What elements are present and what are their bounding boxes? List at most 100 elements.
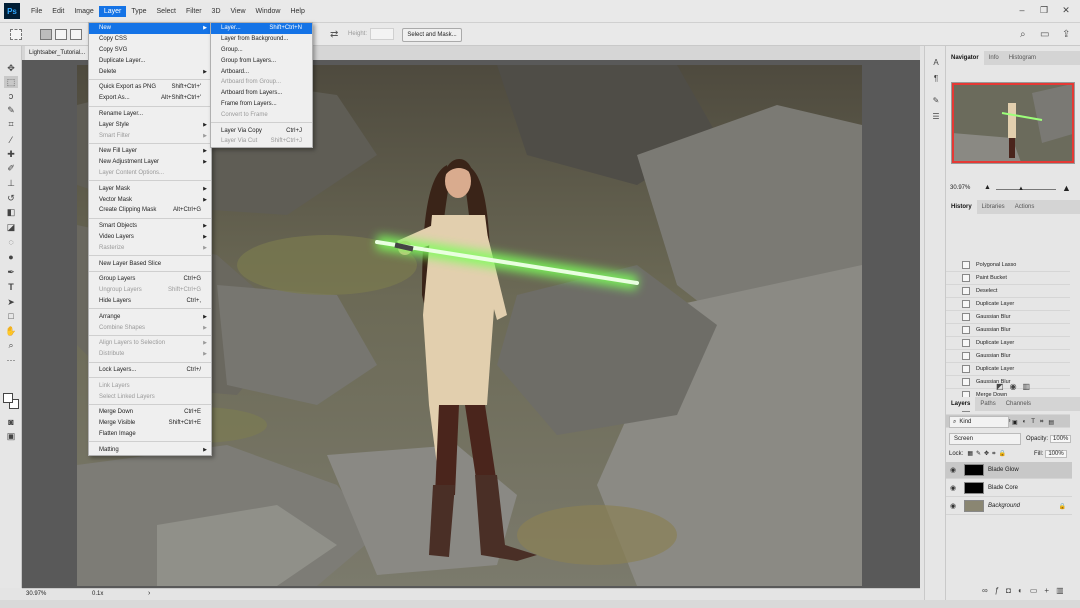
menu-select[interactable]: Select: [152, 6, 181, 17]
tab-navigator[interactable]: Navigator: [946, 51, 984, 65]
menu-item-quick-export-as-png[interactable]: Quick Export as PNG Shift+Ctrl+': [89, 82, 211, 93]
blur-tool-icon[interactable]: ◌: [4, 236, 18, 248]
rectangle-tool-icon[interactable]: □: [4, 310, 18, 322]
history-brush-source-icon[interactable]: [946, 273, 956, 284]
crop-tool-icon[interactable]: ⌗: [4, 118, 18, 130]
menu-view[interactable]: View: [226, 6, 251, 17]
history-brush-source-icon[interactable]: [946, 325, 956, 336]
history-brush-source-icon[interactable]: [946, 377, 956, 388]
adjustments-panel-icon[interactable]: ☰: [930, 112, 942, 124]
brush-tool-icon[interactable]: ✐: [4, 162, 18, 174]
fill-field[interactable]: 100%: [1045, 450, 1067, 458]
history-item[interactable]: Duplicate Layer: [946, 363, 1070, 376]
lasso-tool-icon[interactable]: ↄ: [4, 90, 18, 102]
tab-libraries[interactable]: Libraries: [977, 200, 1010, 214]
history-brush-source-icon[interactable]: [946, 364, 956, 375]
blend-mode-select[interactable]: Screen: [949, 433, 1021, 445]
new-snapshot-icon[interactable]: ◩: [996, 382, 1010, 391]
menu-item-copy-svg[interactable]: Copy SVG: [89, 45, 211, 56]
menu-item-layer-via-copy[interactable]: Layer Via Copy Ctrl+J: [211, 125, 312, 136]
smart-filter-icon[interactable]: ▤: [1048, 419, 1054, 426]
search-icon[interactable]: ⌕: [1020, 29, 1026, 40]
menu-item-layer[interactable]: Layer... Shift+Ctrl+N: [211, 23, 312, 34]
layer-kind-filter[interactable]: ⌕ Kind: [949, 416, 1009, 428]
menu-item-smart-objects[interactable]: Smart Objects ▶: [89, 221, 211, 232]
zoom-tool-icon[interactable]: ⌕: [4, 339, 18, 351]
history-brush-source-icon[interactable]: [946, 299, 956, 310]
document-tab[interactable]: Lightsaber_Tutorial...: [25, 46, 90, 60]
layer-row-background[interactable]: ◉ Background 🔒: [946, 498, 1072, 515]
history-item[interactable]: Deselect: [946, 285, 1070, 298]
eraser-tool-icon[interactable]: ◧: [4, 206, 18, 218]
eyedropper-tool-icon[interactable]: ⁄: [4, 134, 18, 146]
tab-histogram[interactable]: Histogram: [1004, 51, 1041, 65]
menu-item-lock-layers[interactable]: Lock Layers... Ctrl+/: [89, 365, 211, 376]
menu-item-delete[interactable]: Delete ▶: [89, 66, 211, 77]
tab-actions[interactable]: Actions: [1010, 200, 1040, 214]
link-icon[interactable]: ∞: [982, 586, 995, 595]
menu-window[interactable]: Window: [251, 6, 286, 17]
quick-select-tool-icon[interactable]: ✎: [4, 104, 18, 116]
menu-item-layer-mask[interactable]: Layer Mask ▶: [89, 183, 211, 194]
menu-item-matting[interactable]: Matting ▶: [89, 444, 211, 455]
select-and-mask-button[interactable]: Select and Mask...: [402, 28, 462, 42]
history-brush-source-icon[interactable]: [946, 338, 956, 349]
history-brush-tool-icon[interactable]: ↺: [4, 192, 18, 204]
menu-item-group[interactable]: Group...: [211, 45, 312, 56]
visibility-eye-icon[interactable]: ◉: [946, 466, 960, 474]
history-brush-source-icon[interactable]: [946, 260, 956, 271]
zoom-slider-thumb-icon[interactable]: ▲: [1018, 186, 1024, 192]
tab-channels[interactable]: Channels: [1001, 397, 1036, 411]
menu-item-video-layers[interactable]: Video Layers ▶: [89, 232, 211, 243]
history-item[interactable]: Gaussian Blur: [946, 350, 1070, 363]
tab-info[interactable]: Info: [984, 51, 1004, 65]
type-filter-icon[interactable]: T: [1031, 419, 1035, 425]
status-zoom[interactable]: 30.97%: [26, 591, 46, 597]
visibility-eye-icon[interactable]: ◉: [946, 484, 960, 492]
clone-stamp-tool-icon[interactable]: ⊥: [4, 177, 18, 189]
menu-3d[interactable]: 3D: [207, 6, 226, 17]
dodge-tool-icon[interactable]: ●: [4, 251, 18, 263]
restore-icon[interactable]: ❐: [1038, 4, 1050, 16]
type-tool-icon[interactable]: T: [4, 281, 18, 293]
menu-item-arrange[interactable]: Arrange ▶: [89, 311, 211, 322]
layer-row-blade-core[interactable]: ◉ Blade Core: [946, 480, 1072, 497]
menu-item-copy-css[interactable]: Copy CSS: [89, 34, 211, 45]
history-brush-source-icon[interactable]: [946, 286, 956, 297]
adjustment-filter-icon[interactable]: ◐: [1023, 419, 1027, 425]
status-chevron-icon[interactable]: ›: [148, 590, 150, 597]
workspace-icon[interactable]: ▭: [1040, 29, 1049, 40]
menu-item-merge-visible[interactable]: Merge Visible Shift+Ctrl+E: [89, 418, 211, 429]
menu-item-new-fill-layer[interactable]: New Fill Layer ▶: [89, 146, 211, 157]
lock-icons[interactable]: ▦✎✥⌗🔒: [967, 450, 1009, 458]
zoom-out-icon[interactable]: ▲: [984, 184, 991, 191]
menu-item-export-as[interactable]: Export As... Alt+Shift+Ctrl+': [89, 93, 211, 104]
menu-item-artboard[interactable]: Artboard...: [211, 66, 312, 77]
zoom-in-icon[interactable]: ▲: [1062, 183, 1071, 193]
minimize-icon[interactable]: –: [1016, 4, 1028, 16]
adjustment-icon[interactable]: ◐: [1018, 586, 1030, 595]
menu-item-group-from-layers[interactable]: Group from Layers...: [211, 55, 312, 66]
menu-item-new-adjustment-layer[interactable]: New Adjustment Layer ▶: [89, 157, 211, 168]
gradient-tool-icon[interactable]: ◪: [4, 221, 18, 233]
paragraph-panel-icon[interactable]: ¶: [930, 74, 942, 86]
mask-icon[interactable]: ◘: [1006, 586, 1018, 595]
swap-icon[interactable]: ⇄: [330, 29, 338, 40]
shape-filter-icon[interactable]: ⌗: [1040, 419, 1043, 426]
share-icon[interactable]: ⇪: [1062, 29, 1070, 40]
menu-type[interactable]: Type: [126, 6, 151, 17]
menu-item-duplicate-layer[interactable]: Duplicate Layer...: [89, 55, 211, 66]
path-select-tool-icon[interactable]: ➤: [4, 296, 18, 308]
menu-item-vector-mask[interactable]: Vector Mask ▶: [89, 194, 211, 205]
pixel-filter-icon[interactable]: ▣: [1012, 419, 1018, 426]
menu-item-rename-layer[interactable]: Rename Layer...: [89, 109, 211, 120]
fx-icon[interactable]: ƒ: [995, 586, 1006, 595]
tab-paths[interactable]: Paths: [975, 397, 1000, 411]
menu-item-new-layer-based-slice[interactable]: New Layer Based Slice: [89, 258, 211, 269]
add-selection-icon[interactable]: [55, 29, 67, 40]
history-item[interactable]: Gaussian Blur: [946, 311, 1070, 324]
menu-edit[interactable]: Edit: [47, 6, 69, 17]
zoom-slider[interactable]: [996, 189, 1056, 190]
folder-icon[interactable]: ▭: [1030, 586, 1045, 595]
navigator-view-box[interactable]: [952, 83, 1074, 163]
